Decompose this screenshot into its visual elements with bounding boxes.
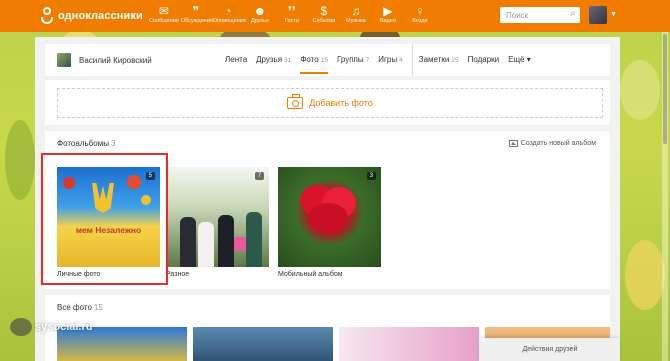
tab-count: 31 (284, 57, 292, 64)
profile-name[interactable]: Василий Кировский (79, 56, 152, 65)
albums-title-text: Фотоальбомы (57, 139, 109, 148)
nav-label: Гости (284, 18, 299, 24)
tab-count: 4 (399, 57, 403, 64)
camera-icon (287, 94, 304, 109)
create-album-label: Создать новый альбом (520, 140, 596, 147)
gift-box (234, 237, 246, 251)
album-misc[interactable]: 7 Разное (166, 167, 269, 278)
tab-label: Ещё ▾ (508, 55, 531, 64)
tab-count: 7 (365, 57, 370, 64)
logo[interactable]: одноклассники (40, 6, 143, 26)
rose-petal (308, 203, 348, 233)
nav-label: Оповещения (212, 18, 246, 24)
events-icon: $ (320, 4, 328, 18)
search-placeholder: Поиск (506, 10, 529, 20)
person-figure (218, 215, 234, 267)
album-count-badge: 7 (254, 172, 264, 180)
scrollbar-thumb[interactable] (663, 34, 667, 144)
video-icon: ▶ (383, 4, 393, 18)
albums-title: Фотоальбомы 3 (57, 139, 115, 148)
album-cover[interactable]: 7 (166, 167, 269, 267)
nav-discussions[interactable]: ❞ Обсуждения (180, 0, 213, 32)
nav-video[interactable]: ▶ Видео (373, 0, 403, 32)
tab-gifts[interactable]: Подарки (468, 44, 500, 76)
top-navigation-bar: одноклассники ✉ Сообщения ❞ Обсуждения ◔ Оп… (0, 0, 670, 32)
nav-messages[interactable]: ✉ Сообщения (149, 0, 179, 32)
tab-friends[interactable]: Друзья 31 (256, 44, 291, 76)
person-figure (246, 212, 262, 267)
add-photo-panel: Добавить фото (45, 80, 610, 125)
nav-events[interactable]: $ События (309, 0, 339, 32)
nav-label: События (312, 18, 336, 24)
tab-games[interactable]: Игры 4 (378, 44, 403, 76)
ok-icon: ♀ (415, 4, 425, 18)
music-icon: ♫ (351, 4, 361, 18)
tab-count: 15 (320, 57, 328, 64)
photo-thumbnail[interactable] (193, 327, 333, 361)
bell-icon: ◔ (224, 4, 232, 18)
tab-groups[interactable]: Группы 7 (337, 44, 369, 76)
footprints-icon: ❜❜ (288, 4, 296, 18)
tab-label: Друзья (256, 55, 283, 64)
album-cover[interactable]: 3 (278, 167, 381, 267)
add-photo-button[interactable]: Добавить фото (57, 88, 603, 118)
nav-label: Везде (412, 18, 428, 24)
all-photos-count: 15 (93, 303, 103, 312)
scrollbar[interactable] (662, 32, 668, 361)
photo-thumbnail[interactable] (339, 327, 479, 361)
profile-bar: Василий Кировский Лента Друзья 31 Фото 15 … (45, 44, 610, 76)
search-input[interactable]: Поиск ⌕ (500, 7, 580, 23)
nav-label: Друзья (250, 18, 269, 24)
all-photos-title-text: Все фото (57, 303, 92, 312)
nav-label: Сообщения (148, 18, 179, 24)
nav-label: Обсуждения (180, 18, 213, 24)
nav-guests[interactable]: ❜❜ Гости (277, 0, 307, 32)
search-icon[interactable]: ⌕ (570, 8, 576, 19)
create-album-button[interactable]: Создать новый альбом (508, 140, 596, 147)
user-avatar[interactable] (589, 6, 607, 24)
friends-actions-panel[interactable]: Действия друзей (480, 338, 620, 361)
person-figure (198, 222, 214, 267)
album-highlight-frame (41, 153, 168, 285)
album-label[interactable]: Разное (166, 271, 269, 278)
tab-label: Подарки (467, 55, 500, 64)
tab-label: Заметки (418, 55, 450, 64)
nav-label: Музыка (346, 18, 366, 24)
watermark-text: sysocial.ru (35, 320, 93, 333)
nav-music[interactable]: ♫ Музыка (341, 0, 371, 32)
albums-count: 3 (110, 139, 116, 148)
person-figure (180, 217, 196, 267)
chat-icon: ❞ (192, 4, 200, 18)
ok-logo-icon (40, 6, 54, 26)
nav-everywhere[interactable]: ♀ Везде (405, 0, 435, 32)
tab-more[interactable]: Ещё ▾ (508, 44, 531, 76)
tab-label: Лента (225, 55, 248, 64)
nav-label: Видео (379, 18, 396, 24)
nav-notifications[interactable]: ◔ Оповещения (212, 0, 246, 32)
envelope-icon: ✉ (158, 4, 169, 18)
tab-label: Группы (336, 55, 364, 64)
profile-tabs: Лента Друзья 31 Фото 15 Группы 7 Игры 4 Заме… (225, 44, 540, 76)
all-photos-title: Все фото 15 (57, 303, 103, 312)
chevron-down-icon[interactable]: ▼ (610, 11, 617, 18)
tab-label: Игры (378, 55, 398, 64)
graduation-cap-icon (10, 318, 32, 336)
logo-text: одноклассники (58, 10, 143, 22)
album-label[interactable]: Мобильный альбом (278, 271, 381, 278)
tab-feed[interactable]: Лента (225, 44, 247, 76)
album-mobile[interactable]: 3 Мобильный альбом (278, 167, 381, 278)
tab-photos[interactable]: Фото 15 (300, 44, 328, 76)
profile-avatar[interactable] (57, 53, 71, 67)
watermark: sysocial.ru (10, 318, 92, 336)
add-photo-label: Добавить фото (309, 98, 373, 108)
nav-friends[interactable]: ☻ Друзья (245, 0, 275, 32)
image-icon (508, 140, 518, 147)
tab-notes[interactable]: Заметки 25 (411, 44, 459, 76)
main-nav: ✉ Сообщения ❞ Обсуждения ◔ Оповещения ☻ Друз… (149, 0, 437, 32)
album-count-badge: 3 (366, 172, 376, 180)
friends-icon: ☻ (253, 4, 267, 18)
tab-label: Фото (300, 55, 319, 64)
tab-count: 25 (451, 57, 459, 64)
